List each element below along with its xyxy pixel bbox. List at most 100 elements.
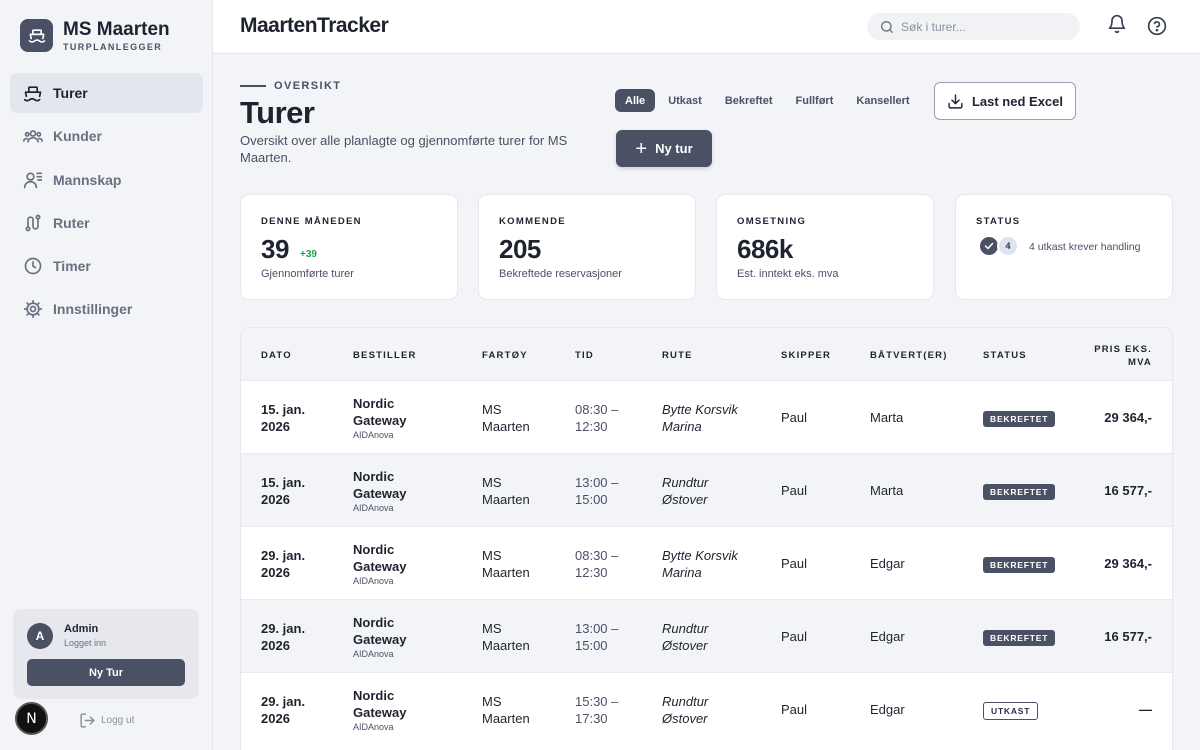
table-row[interactable]: 29. jan. 2026 Nordic Gateway AIDAnova MS Maa…	[241, 672, 1172, 745]
stat-label: OMSETNING	[737, 216, 807, 227]
cell-vessel: MS Maarten	[482, 475, 530, 507]
cell-status: BEKREFTET	[983, 628, 1056, 646]
sidebar-item-turer[interactable]: Turer	[10, 73, 203, 113]
stat-card-status: STATUS 4 4 utkast krever handling	[955, 194, 1173, 300]
sidebar-item-kunder[interactable]: Kunder	[10, 116, 203, 156]
status-text: 4 utkast krever handling	[1029, 241, 1141, 253]
search-input[interactable]	[901, 19, 1071, 34]
filter-bekreftet[interactable]: Bekreftet	[715, 89, 783, 112]
cell-price: —	[1139, 702, 1152, 717]
n-badge[interactable]: N	[15, 702, 48, 735]
help-icon[interactable]	[1147, 16, 1167, 36]
col-price[interactable]: PRIS EKS. MVA	[1094, 343, 1152, 369]
brand[interactable]: MS Maarten TURPLANLEGGER	[20, 19, 170, 52]
col-date[interactable]: DATO	[261, 350, 292, 361]
status-badge: BEKREFTET	[983, 557, 1056, 573]
new-trip-sidebar-button[interactable]: Ny Tur	[27, 659, 185, 686]
cell-price: 29 364,-	[1104, 410, 1152, 425]
filter-fullfort[interactable]: Fullført	[786, 89, 844, 112]
col-time[interactable]: TID	[575, 350, 594, 361]
col-status[interactable]: STATUS	[983, 350, 1027, 361]
stat-sub: Gjennomførte turer	[261, 268, 354, 280]
sidebar-item-mannskap[interactable]: Mannskap	[10, 160, 203, 200]
cell-vessel: MS Maarten	[482, 548, 530, 580]
clock-icon	[24, 257, 42, 275]
cell-client: Nordic Gateway AIDAnova	[353, 615, 407, 659]
filter-alle[interactable]: Alle	[615, 89, 656, 112]
download-excel-label: Last ned Excel	[971, 93, 1064, 109]
table-row[interactable]: 15. jan. 2026 Nordic Gateway AIDAnova MS Maa…	[241, 380, 1172, 453]
stat-card-revenue: OMSETNING 686k Est. inntekt eks. mva	[716, 194, 934, 300]
sidebar-item-label: Mannskap	[53, 171, 122, 188]
filter-kansellert[interactable]: Kansellert	[846, 89, 919, 112]
logout-link[interactable]: Logg ut	[79, 712, 134, 729]
cell-skipper: Paul	[781, 702, 808, 717]
status-badge: BEKREFTET	[983, 484, 1056, 500]
status-badge: BEKREFTET	[983, 630, 1056, 646]
col-price-line2: MVA	[1127, 357, 1152, 368]
bell-icon[interactable]	[1107, 14, 1127, 34]
sidebar-item-label: Ruter	[53, 214, 90, 231]
cell-time: 13:00 –15:00	[575, 621, 619, 653]
stat-card-month: DENNE MÅNEDEN 39 +39 Gjennomførte turer	[240, 194, 458, 300]
cell-route: Rundtur Østover	[662, 694, 709, 726]
col-route[interactable]: RUTE	[662, 350, 693, 361]
cell-time: 13:00 –15:00	[575, 475, 619, 507]
col-skipper[interactable]: SKIPPER	[781, 350, 831, 361]
topbar: MaartenTracker	[213, 0, 1200, 54]
table-row[interactable]: 15. jan. 2026 Nordic Gateway AIDAnova MS Maa…	[241, 453, 1172, 526]
stat-label: DENNE MÅNEDEN	[261, 216, 362, 227]
cell-skipper: Paul	[781, 629, 808, 644]
page-description: Oversikt over alle planlagte og gjennomf…	[240, 133, 568, 165]
ship-logo-icon	[20, 19, 53, 52]
cell-host: Edgar	[870, 702, 905, 717]
table-row[interactable]: 29. jan. 2026 Nordic Gateway AIDAnova MS Maa…	[241, 526, 1172, 599]
users-icon	[23, 130, 43, 143]
table-header: DATO BESTILLER FARTØY TID RUTE SKIPPER B…	[241, 328, 1172, 380]
cell-client: Nordic Gateway AIDAnova	[353, 469, 407, 513]
cell-time: 08:30 –12:30	[575, 402, 619, 434]
user-name: Admin	[64, 623, 99, 635]
col-price-line1: PRIS EKS.	[1094, 344, 1152, 355]
cell-date: 15. jan. 2026	[261, 475, 306, 507]
stat-label: STATUS	[976, 216, 1021, 227]
cell-route: Rundtur Østover	[662, 621, 709, 653]
cell-route: Bytte Korsvik Marina	[662, 402, 738, 434]
avatar[interactable]: A	[27, 623, 53, 649]
logout-icon	[80, 713, 95, 728]
cell-skipper: Paul	[781, 483, 808, 498]
cell-vessel: MS Maarten	[482, 621, 530, 653]
cell-client: Nordic Gateway AIDAnova	[353, 688, 407, 732]
col-client[interactable]: BESTILLER	[353, 350, 417, 361]
sidebar-item-timer[interactable]: Timer	[10, 246, 203, 286]
new-trip-button[interactable]: + Ny tur	[616, 130, 712, 167]
sidebar-item-innstillinger[interactable]: Innstillinger	[10, 289, 203, 329]
cell-host: Edgar	[870, 556, 905, 571]
sidebar-item-label: Innstillinger	[53, 301, 133, 318]
page-title: Turer	[240, 95, 315, 130]
sidebar-item-label: Kunder	[53, 128, 102, 145]
sidebar-item-ruter[interactable]: Ruter	[10, 203, 203, 243]
cell-host: Marta	[870, 410, 904, 425]
cell-status: UTKAST	[983, 701, 1039, 720]
col-host[interactable]: BÅTVERT(ER)	[870, 350, 948, 361]
crew-icon	[23, 172, 43, 188]
cell-date: 29. jan. 2026	[261, 621, 306, 653]
status-dots: 4	[978, 235, 1019, 257]
stat-value: 39	[261, 234, 289, 264]
stat-sub: Bekreftede reservasjoner	[499, 268, 622, 280]
cell-vessel: MS Maarten	[482, 694, 530, 726]
search-box[interactable]	[867, 13, 1080, 40]
search-icon	[881, 20, 893, 33]
download-excel-button[interactable]: Last ned Excel	[934, 82, 1076, 120]
stat-card-upcoming: KOMMENDE 205 Bekreftede reservasjoner	[478, 194, 696, 300]
cell-client: Nordic Gateway AIDAnova	[353, 396, 407, 440]
filter-utkast[interactable]: Utkast	[658, 89, 712, 112]
cell-date: 15. jan. 2026	[261, 402, 306, 434]
table-row[interactable]: 29. jan. 2026 Nordic Gateway AIDAnova MS Maa…	[241, 599, 1172, 672]
col-vessel[interactable]: FARTØY	[482, 350, 528, 361]
cell-time: 15:30 –17:30	[575, 694, 619, 726]
new-trip-label: Ny tur	[655, 141, 693, 156]
cell-skipper: Paul	[781, 556, 808, 571]
user-card: A Admin Logget inn Ny Tur	[13, 609, 199, 699]
